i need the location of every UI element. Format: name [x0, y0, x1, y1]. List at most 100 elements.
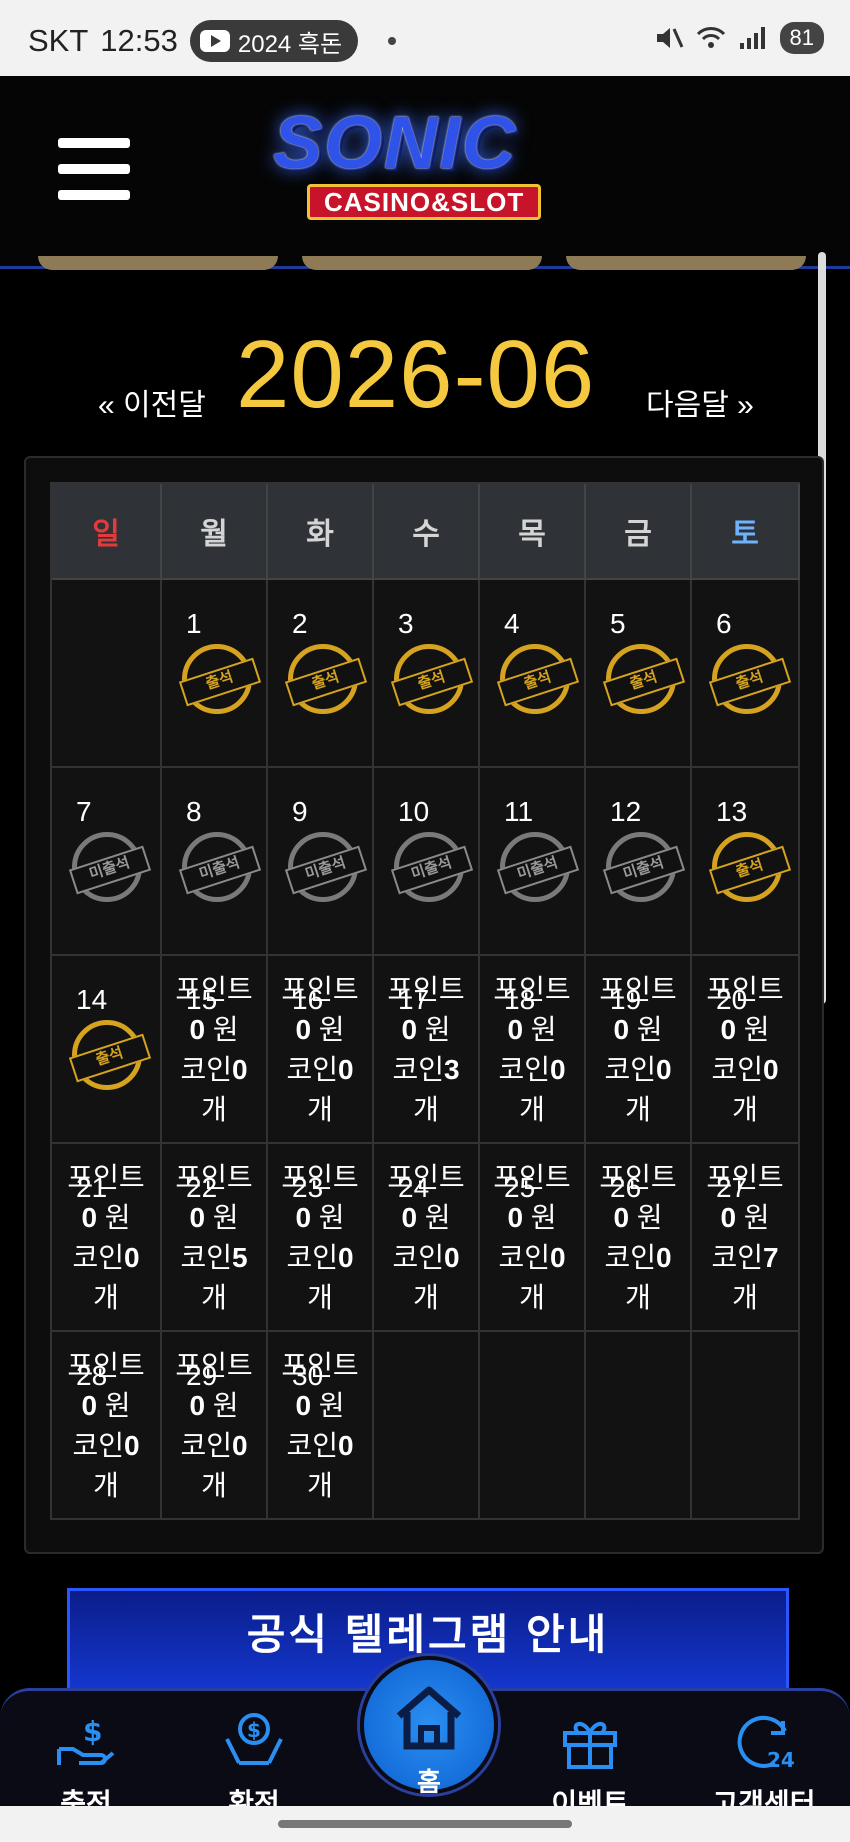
- day-number: 10: [398, 796, 430, 827]
- hamburger-icon[interactable]: [58, 138, 130, 200]
- won-unit: 원: [743, 1202, 770, 1233]
- point-label: 포인트: [175, 1162, 253, 1193]
- coin-label: 코인: [392, 1242, 444, 1273]
- point-value: 0: [189, 1390, 206, 1421]
- coin-label: 코인: [180, 1054, 232, 1085]
- gesture-bar: [0, 1806, 850, 1842]
- month-navigation: « 이전달 2026-06 다음달 »: [0, 310, 850, 430]
- calendar-day-cell: 23 포인트 0 원 코인0 개: [268, 1144, 374, 1332]
- weekday-header: 월: [162, 484, 268, 580]
- won-unit: 원: [318, 1202, 345, 1233]
- won-unit: 원: [318, 1390, 345, 1421]
- calendar-day-cell: 8 미출석: [162, 768, 268, 956]
- calendar-day-cell: 14 출석: [52, 956, 162, 1144]
- coin-label: 코인: [711, 1242, 763, 1273]
- missed-stamp-icon: 미출석: [390, 832, 474, 902]
- wifi-icon: [696, 27, 725, 48]
- deposit-icon: $: [57, 1715, 115, 1765]
- coin-label: 코인: [286, 1054, 338, 1085]
- point-value: 0: [507, 1202, 524, 1233]
- point-label: 포인트: [281, 1350, 359, 1381]
- attended-stamp-icon: 출석: [602, 644, 686, 714]
- won-unit: 원: [743, 1014, 770, 1045]
- stamp-label: 출석: [178, 657, 262, 707]
- point-label: 포인트: [599, 974, 677, 1005]
- day-number: 5: [610, 608, 626, 639]
- battery-icon: 81: [779, 22, 824, 54]
- svg-text:$: $: [83, 1715, 102, 1748]
- stamp-label: 출석: [68, 1033, 152, 1083]
- weekday-header: 일: [52, 484, 162, 580]
- coin-label: 코인: [604, 1242, 656, 1273]
- coin-unit: 개: [732, 1282, 758, 1313]
- coin-label: 코인: [711, 1054, 763, 1085]
- stamp-label: 미출석: [390, 845, 474, 895]
- won-unit: 원: [212, 1390, 239, 1421]
- day-number: 1: [186, 608, 202, 639]
- attended-stamp-icon: 출석: [178, 644, 262, 714]
- point-value: 0: [295, 1014, 312, 1045]
- coin-label: 코인: [392, 1054, 444, 1085]
- point-label: 포인트: [281, 974, 359, 1005]
- won-unit: 원: [212, 1202, 239, 1233]
- calendar-day-cell: 3 출석: [374, 580, 480, 768]
- next-month-link[interactable]: 다음달 »: [646, 380, 754, 424]
- won-unit: 원: [424, 1202, 451, 1233]
- calendar-day-cell: 26 포인트 0 원 코인0 개: [586, 1144, 692, 1332]
- day-rewards: 포인트 0 원 코인0 개: [52, 1158, 160, 1318]
- calendar-day-cell: 1 출석: [162, 580, 268, 768]
- missed-stamp-icon: 미출석: [602, 832, 686, 902]
- point-value: 0: [189, 1014, 206, 1045]
- day-rewards: 포인트 0 원 코인0 개: [162, 970, 266, 1130]
- weekday-header: 토: [692, 484, 800, 580]
- won-unit: 원: [104, 1202, 131, 1233]
- coin-value: 0: [337, 1430, 354, 1461]
- missed-stamp-icon: 미출석: [496, 832, 580, 902]
- coin-unit: 개: [201, 1282, 227, 1313]
- status-bar: SKT 12:53 2024 흑돈 81: [0, 0, 850, 76]
- point-value: 0: [507, 1014, 524, 1045]
- coin-unit: 개: [93, 1470, 119, 1501]
- nav-home[interactable]: 홈: [360, 1656, 498, 1797]
- site-header: SONIC CASINO&SLOT: [0, 76, 850, 269]
- coin-value: 0: [231, 1054, 248, 1085]
- stamp-label: 출석: [708, 845, 792, 895]
- point-label: 포인트: [706, 1162, 784, 1193]
- site-logo[interactable]: SONIC CASINO&SLOT: [255, 94, 615, 220]
- attended-stamp-icon: 출석: [284, 644, 368, 714]
- point-value: 0: [81, 1390, 98, 1421]
- day-rewards: 포인트 0 원 코인0 개: [52, 1346, 160, 1506]
- prev-month-link[interactable]: « 이전달: [98, 380, 206, 424]
- stamp-label: 출석: [708, 657, 792, 707]
- day-rewards: 포인트 0 원 코인0 개: [268, 1158, 372, 1318]
- day-number: 8: [186, 796, 202, 827]
- attended-stamp-icon: 출석: [708, 644, 792, 714]
- missed-stamp-icon: 미출석: [68, 832, 152, 902]
- point-label: 포인트: [599, 1162, 677, 1193]
- coin-unit: 개: [519, 1094, 545, 1125]
- current-month: 2026-06: [236, 321, 596, 428]
- calendar-empty-cell: [480, 1332, 586, 1520]
- point-label: 포인트: [387, 1162, 465, 1193]
- logo-subtitle: CASINO&SLOT: [307, 184, 542, 220]
- attended-stamp-icon: 출석: [68, 1020, 152, 1090]
- day-rewards: 포인트 0 원 코인5 개: [162, 1158, 266, 1318]
- calendar-day-cell: 13 출석: [692, 768, 800, 956]
- coin-unit: 개: [307, 1470, 333, 1501]
- day-rewards: 포인트 0 원 코인0 개: [586, 970, 690, 1130]
- day-rewards: 포인트 0 원 코인0 개: [692, 970, 798, 1130]
- point-label: 포인트: [175, 1350, 253, 1381]
- notification-dot-icon: [388, 37, 397, 45]
- day-rewards: 포인트 0 원 코인0 개: [268, 970, 372, 1130]
- day-rewards: 포인트 0 원 코인3 개: [374, 970, 478, 1130]
- signal-icon: [739, 27, 765, 49]
- won-unit: 원: [636, 1014, 663, 1045]
- stamp-label: 출석: [496, 657, 580, 707]
- day-number: 14: [76, 984, 108, 1015]
- logo-text: SONIC: [273, 101, 518, 184]
- point-label: 포인트: [387, 974, 465, 1005]
- day-number: 4: [504, 608, 520, 639]
- media-pill[interactable]: 2024 흑돈: [189, 20, 359, 62]
- point-value: 0: [720, 1202, 737, 1233]
- won-unit: 원: [424, 1014, 451, 1045]
